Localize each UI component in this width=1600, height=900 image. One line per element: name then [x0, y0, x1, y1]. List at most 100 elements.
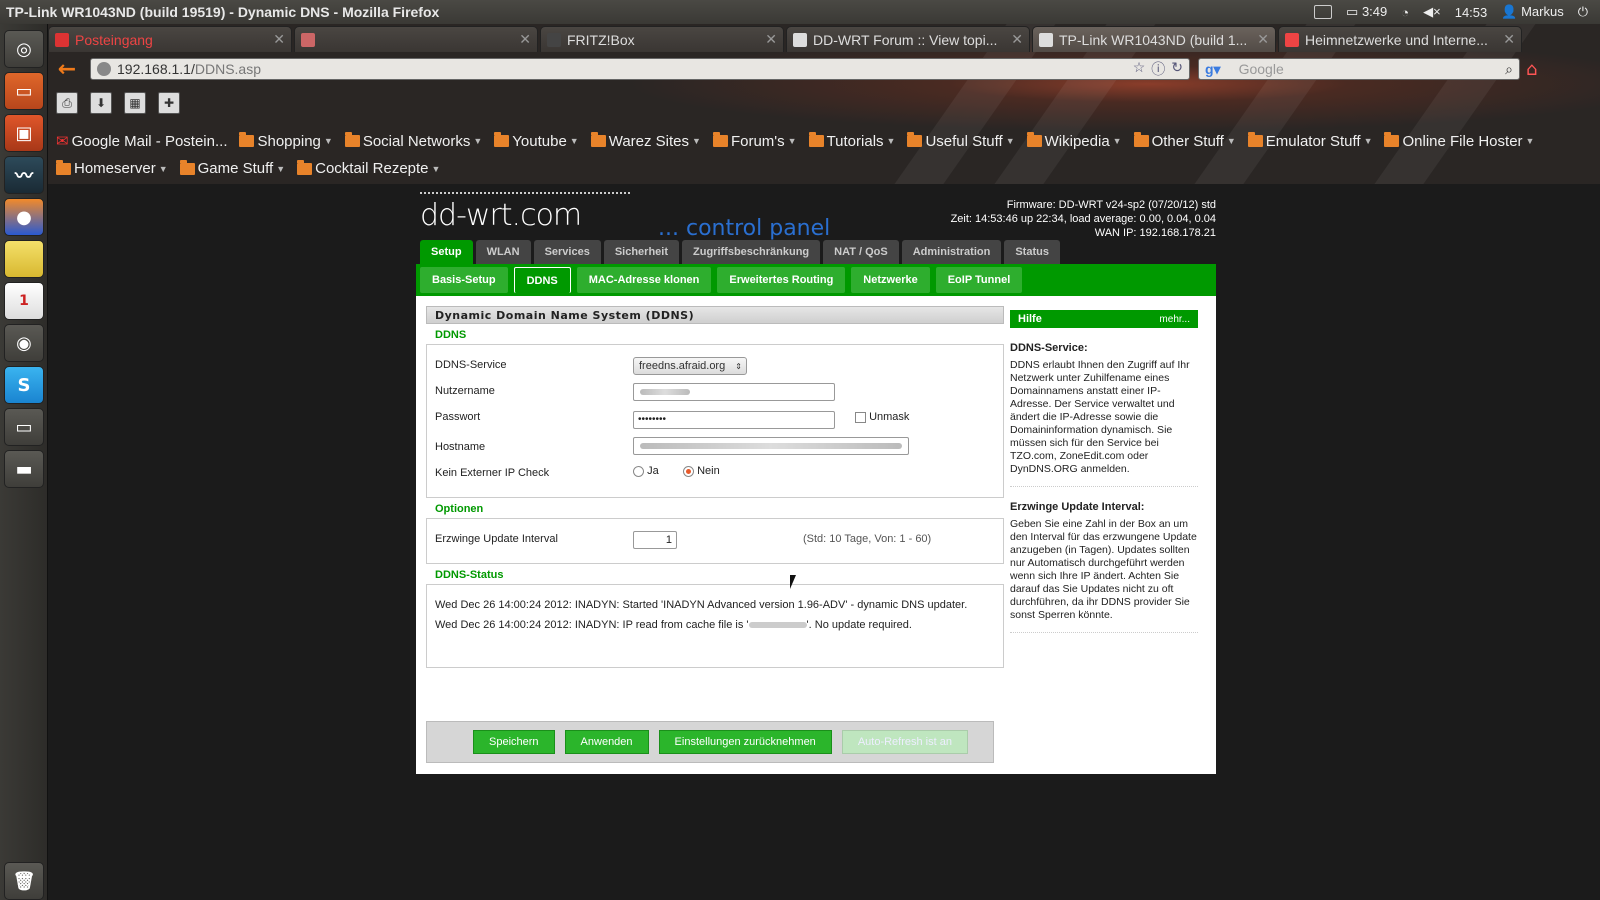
- wifi-icon[interactable]: ◔: [1401, 5, 1409, 20]
- bookmark-item[interactable]: Warez Sites ▼: [587, 130, 705, 152]
- close-icon[interactable]: ✕: [519, 31, 531, 48]
- url-bar[interactable]: 192.168.1.1/DDNS.asp ☆ ⓘ ↻: [90, 58, 1190, 80]
- bookmark-label: Tutorials: [826, 132, 884, 150]
- sub-tab[interactable]: Basis-Setup: [420, 267, 508, 293]
- calendar-icon[interactable]: 1: [4, 282, 44, 320]
- ddns-service-select[interactable]: freedns.afraid.org ⇕: [633, 357, 747, 375]
- main-tab[interactable]: Setup: [420, 240, 473, 264]
- unmask-checkbox[interactable]: [855, 411, 866, 423]
- radio-ja-option[interactable]: Ja: [633, 465, 659, 477]
- home-icon[interactable]: ⌂: [1526, 59, 1537, 80]
- main-tab[interactable]: Administration: [901, 240, 1002, 264]
- password-input[interactable]: ••••••••: [633, 411, 835, 429]
- bookmark-item[interactable]: Homeserver ▼: [52, 158, 172, 179]
- bookmark-item[interactable]: Game Stuff ▼: [176, 158, 290, 179]
- bookmark-item[interactable]: Youtube ▼: [490, 130, 582, 152]
- close-icon[interactable]: ✕: [1503, 31, 1515, 48]
- tab-label: TP-Link WR1043ND (build 1...: [1059, 31, 1248, 48]
- apply-button[interactable]: Anwenden: [564, 730, 649, 754]
- radio-nein-option[interactable]: Nein: [683, 465, 720, 477]
- sub-tab[interactable]: EoIP Tunnel: [935, 267, 1023, 293]
- close-icon[interactable]: ✕: [765, 31, 777, 48]
- bookmark-item[interactable]: ✉ Google Mail - Postein...: [52, 130, 231, 152]
- launcher: ◎ ▭ ▣ 〰 ● 1 ◉ S ▭ ▬ 🗑: [0, 24, 48, 900]
- main-tab[interactable]: Status: [1004, 240, 1060, 264]
- sub-tab[interactable]: Erweitertes Routing: [717, 267, 846, 293]
- tab-2[interactable]: ✕: [294, 26, 538, 52]
- system-monitor-icon[interactable]: 〰: [4, 156, 44, 194]
- ja-label: Ja: [647, 465, 659, 477]
- bookmark-item[interactable]: Online File Hoster ▼: [1380, 130, 1538, 152]
- main-tab[interactable]: Sicherheit: [603, 240, 680, 264]
- tab-heimnetzwerke[interactable]: Heimnetzwerke und Interne... ✕: [1278, 26, 1522, 52]
- trash-icon[interactable]: 🗑: [4, 862, 44, 900]
- bookmark-star-icon[interactable]: ☆: [1133, 59, 1146, 79]
- username-input[interactable]: [633, 383, 835, 401]
- wan-ip: WAN IP: 192.168.178.21: [1094, 227, 1216, 239]
- search-icon[interactable]: ⌕: [1505, 61, 1513, 78]
- print-icon[interactable]: ⎙: [56, 92, 78, 114]
- indicator-area: ▭ 3:49 ◔ ◀× 14:53 👤 Markus ⏻: [1314, 4, 1600, 20]
- firefox-icon[interactable]: ●: [4, 198, 44, 236]
- tab-fritzbox[interactable]: FRITZ!Box ✕: [540, 26, 784, 52]
- radio-nein[interactable]: [683, 465, 694, 477]
- google-icon[interactable]: g▾: [1205, 61, 1221, 78]
- window-icon[interactable]: ▭: [4, 408, 44, 446]
- tab-tplink[interactable]: TP-Link WR1043ND (build 1... ✕: [1032, 26, 1276, 52]
- site-identity-icon[interactable]: [97, 62, 111, 76]
- screenshot-icon[interactable]: ▦: [124, 92, 146, 114]
- cancel-changes-button[interactable]: Einstellungen zurücknehmen: [658, 730, 832, 754]
- download-icon[interactable]: ⬇: [90, 92, 112, 114]
- search-bar[interactable]: g▾ Google ⌕: [1198, 58, 1520, 80]
- unmask-option[interactable]: Unmask: [855, 411, 909, 423]
- info-icon[interactable]: ⓘ: [1151, 59, 1165, 79]
- close-icon[interactable]: ✕: [1011, 31, 1023, 48]
- interval-input[interactable]: 1: [633, 531, 677, 549]
- bookmark-item[interactable]: Forum's ▼: [709, 130, 801, 152]
- bookmark-item[interactable]: Tutorials ▼: [805, 130, 900, 152]
- back-button[interactable]: ←: [52, 57, 82, 82]
- bookmarks-toolbar-row2: Homeserver ▼ Game Stuff ▼ Cocktail Rezepte ▼: [52, 158, 444, 179]
- power-icon[interactable]: ⏻: [1578, 4, 1588, 20]
- sub-tab[interactable]: DDNS: [513, 267, 571, 293]
- main-tab[interactable]: Zugriffsbeschränkung: [682, 240, 821, 264]
- auto-refresh-button[interactable]: Auto-Refresh ist an: [841, 730, 968, 754]
- folder-icon: [179, 159, 195, 175]
- radio-ja[interactable]: [633, 465, 644, 477]
- tab-ddwrt-forum[interactable]: DD-WRT Forum :: View topi... ✕: [786, 26, 1030, 52]
- chevron-down-icon: ▼: [276, 163, 286, 174]
- bookmark-item[interactable]: Wikipedia ▼: [1023, 130, 1126, 152]
- sub-tab[interactable]: Netzwerke: [851, 267, 930, 293]
- save-button[interactable]: Speichern: [473, 730, 555, 754]
- hostname-input[interactable]: [633, 437, 909, 455]
- files-icon[interactable]: ▭: [4, 72, 44, 110]
- user-menu[interactable]: 👤 Markus: [1501, 4, 1563, 20]
- ubuntu-dash-icon[interactable]: ◎: [4, 30, 44, 68]
- new-folder-icon[interactable]: ✚: [158, 92, 180, 114]
- main-tab[interactable]: WLAN: [475, 240, 531, 264]
- tab-posteingang[interactable]: Posteingang ✕: [48, 26, 292, 52]
- reload-icon[interactable]: ↻: [1171, 59, 1183, 79]
- help-more-link[interactable]: mehr...: [1159, 314, 1190, 325]
- mail-icon[interactable]: [1314, 5, 1333, 19]
- battery-indicator[interactable]: ▭ 3:49: [1346, 4, 1387, 20]
- bookmark-item[interactable]: Social Networks ▼: [341, 130, 486, 152]
- close-icon[interactable]: ✕: [1257, 31, 1269, 48]
- main-tab[interactable]: Services: [533, 240, 601, 264]
- bookmark-item[interactable]: Shopping ▼: [235, 130, 336, 152]
- ddns-form: Dynamic Domain Name System (DDNS) DDNS D…: [426, 306, 1004, 668]
- gimp-icon[interactable]: ◉: [4, 324, 44, 362]
- clock[interactable]: 14:53: [1455, 5, 1488, 20]
- software-center-icon[interactable]: ▣: [4, 114, 44, 152]
- sub-tab[interactable]: MAC-Adresse klonen: [576, 267, 712, 293]
- main-tab[interactable]: NAT / QoS: [823, 240, 899, 264]
- volume-icon[interactable]: ◀×: [1423, 4, 1441, 20]
- bookmark-item[interactable]: Cocktail Rezepte ▼: [293, 158, 444, 179]
- notes-icon[interactable]: [4, 240, 44, 278]
- bookmark-item[interactable]: Emulator Stuff ▼: [1244, 130, 1377, 152]
- bookmark-item[interactable]: Useful Stuff ▼: [903, 130, 1018, 152]
- close-icon[interactable]: ✕: [273, 31, 285, 48]
- drive-icon[interactable]: ▬: [4, 450, 44, 488]
- bookmark-item[interactable]: Other Stuff ▼: [1130, 130, 1240, 152]
- skype-icon[interactable]: S: [4, 366, 44, 404]
